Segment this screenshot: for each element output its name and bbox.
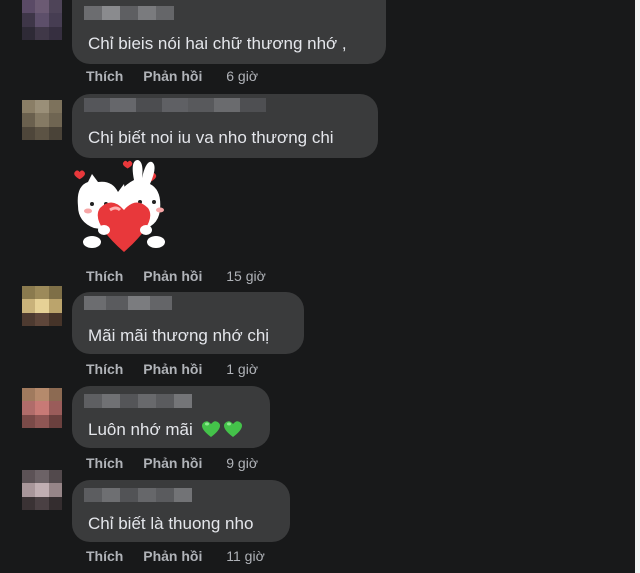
avatar[interactable]: [22, 100, 62, 140]
comment-bubble: Chị biết noi iu va nho thương chi: [72, 94, 378, 158]
comment-text: Chị biết noi iu va nho thương chi: [88, 128, 334, 147]
comment-actions: Thích Phản hồi 6 giờ: [86, 68, 258, 84]
avatar[interactable]: [22, 470, 62, 510]
comment-actions: Thích Phản hồi 11 giờ: [86, 548, 265, 564]
timestamp[interactable]: 6 giờ: [226, 68, 258, 84]
blurred-author-name[interactable]: [84, 488, 192, 502]
comment-actions: Thích Phản hồi 9 giờ: [86, 455, 258, 471]
like-button[interactable]: Thích: [86, 548, 123, 564]
comment-bubble: Luôn nhớ mãi: [72, 386, 270, 448]
avatar[interactable]: [22, 388, 62, 428]
green-heart-icon: [201, 420, 245, 443]
blurred-author-name[interactable]: [84, 6, 174, 20]
like-button[interactable]: Thích: [86, 361, 123, 377]
timestamp[interactable]: 1 giờ: [226, 361, 258, 377]
like-button[interactable]: Thích: [86, 455, 123, 471]
avatar[interactable]: [22, 0, 62, 40]
comment-bubble: Chỉ bieis nói hai chữ thương nhớ ,: [72, 0, 386, 64]
reply-button[interactable]: Phản hồi: [143, 268, 202, 284]
blurred-author-name[interactable]: [84, 394, 192, 408]
sticker-cats-with-heart[interactable]: [70, 158, 180, 258]
avatar[interactable]: [22, 286, 62, 326]
like-button[interactable]: Thích: [86, 68, 123, 84]
reply-button[interactable]: Phản hồi: [143, 361, 202, 377]
like-button[interactable]: Thích: [86, 268, 123, 284]
reply-button[interactable]: Phản hồi: [143, 455, 202, 471]
reply-button[interactable]: Phản hồi: [143, 68, 202, 84]
comment-bubble: Chỉ biết là thuong nho: [72, 480, 290, 542]
comment-text: Chỉ bieis nói hai chữ thương nhớ ,: [88, 34, 347, 53]
comment-text: Mãi mãi thương nhớ chị: [88, 326, 270, 345]
comment-bubble: Mãi mãi thương nhớ chị: [72, 292, 304, 354]
comment-actions: Thích Phản hồi 15 giờ: [86, 268, 266, 284]
blurred-author-name[interactable]: [84, 296, 172, 310]
timestamp[interactable]: 11 giờ: [226, 548, 265, 564]
comment-actions: Thích Phản hồi 1 giờ: [86, 361, 258, 377]
comment-text: Chỉ biết là thuong nho: [88, 514, 254, 533]
blurred-author-name[interactable]: [84, 98, 266, 112]
timestamp[interactable]: 9 giờ: [226, 455, 258, 471]
comment-text: Luôn nhớ mãi: [88, 420, 245, 443]
reply-button[interactable]: Phản hồi: [143, 548, 202, 564]
timestamp[interactable]: 15 giờ: [226, 268, 266, 284]
page-edge: [635, 0, 640, 573]
comment-text-content: Luôn nhớ mãi: [88, 420, 193, 439]
